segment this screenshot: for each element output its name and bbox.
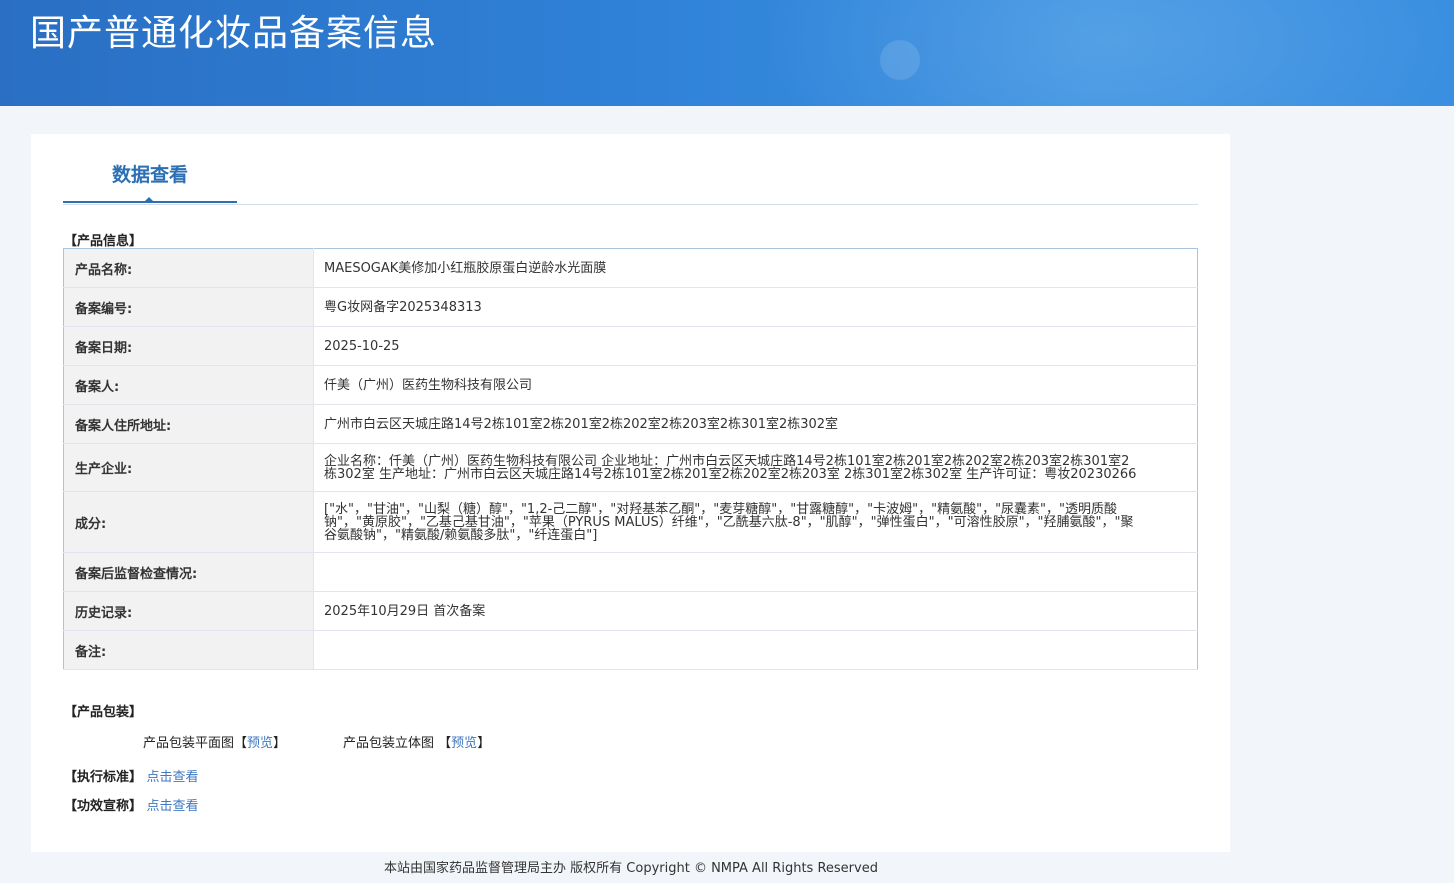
- header-decoration-dot: [880, 40, 920, 80]
- bracket-close: 】: [477, 736, 491, 751]
- standard-section: 【执行标准】 点击查看: [64, 766, 199, 785]
- row-value: [313, 630, 1198, 670]
- packaging-solid-item: 产品包装立体图 【预览】: [343, 732, 490, 751]
- packaging-solid-preview-link[interactable]: 预览: [451, 736, 477, 751]
- row-value: 广州市白云区天城庄路14号2栋101室2栋201室2栋202室2栋203室2栋3…: [313, 404, 1198, 444]
- table-row: 备案编号: 粤G妆网备字2025348313: [63, 287, 1198, 327]
- efficacy-section: 【功效宣称】 点击查看: [64, 795, 199, 814]
- tab-bar: 数据查看: [63, 134, 1198, 205]
- row-label: 备案人:: [63, 365, 314, 405]
- bracket-open: 【: [234, 736, 248, 751]
- row-value: 企业名称：仟美（广州）医药生物科技有限公司 企业地址：广州市白云区天城庄路14号…: [313, 443, 1198, 492]
- packaging-section-title: 【产品包装】: [64, 705, 143, 720]
- row-label: 备注:: [63, 630, 314, 670]
- row-label: 产品名称:: [63, 248, 314, 288]
- packaging-flat-item: 产品包装平面图【预览】: [143, 732, 286, 751]
- row-value: 粤G妆网备字2025348313: [313, 287, 1198, 327]
- table-row: 成分: ["水"，"甘油"，"山梨（糖）醇"，"1,2-己二醇"，"对羟基苯乙酮…: [63, 491, 1198, 553]
- product-info-section-title: 【产品信息】: [64, 234, 143, 249]
- table-row: 生产企业: 企业名称：仟美（广州）医药生物科技有限公司 企业地址：广州市白云区天…: [63, 443, 1198, 492]
- row-value: ["水"，"甘油"，"山梨（糖）醇"，"1,2-己二醇"，"对羟基苯乙酮"，"麦…: [313, 491, 1198, 553]
- row-label: 备案日期:: [63, 326, 314, 366]
- header-decoration: [760, 0, 1454, 106]
- table-row: 备案人住所地址: 广州市白云区天城庄路14号2栋101室2栋201室2栋202室…: [63, 404, 1198, 444]
- page-title: 国产普通化妆品备案信息: [30, 13, 438, 54]
- standard-view-link[interactable]: 点击查看: [147, 770, 199, 785]
- bracket-close: 】: [273, 736, 287, 751]
- packaging-solid-label: 产品包装立体图: [343, 736, 435, 751]
- packaging-flat-label: 产品包装平面图: [143, 736, 235, 751]
- product-info-table: 产品名称: MAESOGAK美修加小红瓶胶原蛋白逆龄水光面膜 备案编号: 粤G妆…: [63, 248, 1198, 670]
- table-row: 备案后监督检查情况:: [63, 552, 1198, 592]
- row-value: 2025-10-25: [313, 326, 1198, 366]
- page-header: 国产普通化妆品备案信息: [0, 0, 1454, 106]
- page-footer: 本站由国家药品监督管理局主办 版权所有 Copyright © NMPA All…: [384, 861, 878, 876]
- tab-data-view-label: 数据查看: [111, 164, 188, 186]
- row-value: MAESOGAK美修加小红瓶胶原蛋白逆龄水光面膜: [313, 248, 1198, 288]
- tab-data-view[interactable]: 数据查看: [63, 134, 237, 203]
- bracket-open: 【: [438, 736, 452, 751]
- efficacy-section-title: 【功效宣称】: [64, 799, 143, 814]
- table-row: 备注:: [63, 630, 1198, 670]
- row-value: [313, 552, 1198, 592]
- table-row: 历史记录: 2025年10月29日 首次备案: [63, 591, 1198, 631]
- standard-section-title: 【执行标准】: [64, 770, 143, 785]
- row-label: 备案后监督检查情况:: [63, 552, 314, 592]
- table-row: 备案日期: 2025-10-25: [63, 326, 1198, 366]
- table-row: 产品名称: MAESOGAK美修加小红瓶胶原蛋白逆龄水光面膜: [63, 248, 1198, 288]
- row-value: 仟美（广州）医药生物科技有限公司: [313, 365, 1198, 405]
- row-label: 历史记录:: [63, 591, 314, 631]
- row-label: 备案人住所地址:: [63, 404, 314, 444]
- table-row: 备案人: 仟美（广州）医药生物科技有限公司: [63, 365, 1198, 405]
- efficacy-view-link[interactable]: 点击查看: [147, 799, 199, 814]
- tab-active-caret: [143, 197, 155, 203]
- content-panel: 数据查看 【产品信息】 产品名称: MAESOGAK美修加小红瓶胶原蛋白逆龄水光…: [31, 134, 1230, 852]
- packaging-flat-preview-link[interactable]: 预览: [247, 736, 273, 751]
- row-value: 2025年10月29日 首次备案: [313, 591, 1198, 631]
- row-label: 备案编号:: [63, 287, 314, 327]
- row-label: 生产企业:: [63, 443, 314, 492]
- row-label: 成分:: [63, 491, 314, 553]
